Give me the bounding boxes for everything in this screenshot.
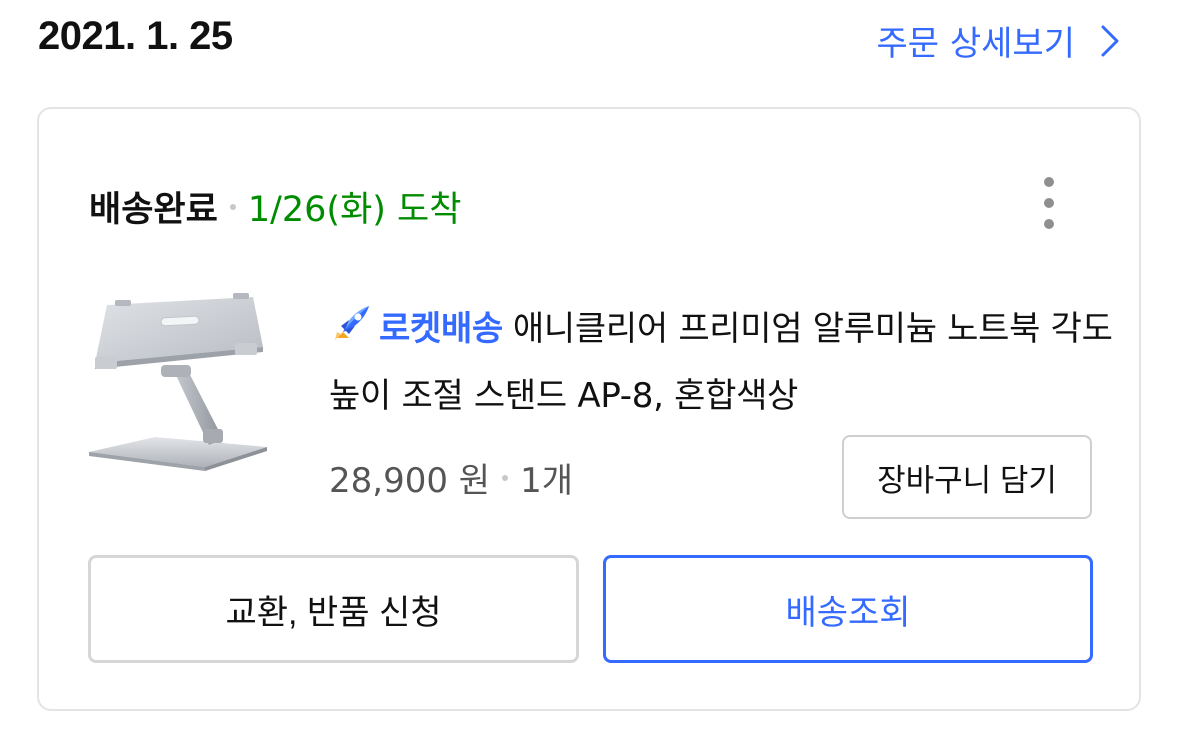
exchange-return-button[interactable]: 교환, 반품 신청 [88,555,579,663]
separator-dot [229,203,236,210]
product-title[interactable]: 로켓배송 애니클리어 프리미엄 알루미늄 노트북 각도 높이 조절 스탠드 AP-… [329,299,1119,427]
arrival-date: 1/26(화) 도착 [247,190,462,230]
product-price: 28,900 원 [329,461,491,501]
price-row: 28,900 원 1개 [329,453,573,502]
more-options-icon[interactable] [1037,177,1061,229]
separator-dot [502,474,509,481]
add-to-cart-button[interactable]: 장바구니 담기 [842,435,1092,519]
order-detail-label: 주문 상세보기 [876,24,1076,64]
order-card: 배송완료 1/26(화) 도착 로켓배송 애니클리어 프리미엄 알루미늄 노트북… [37,107,1141,711]
order-date: 2021. 1. 25 [38,14,233,58]
laptop-stand-image [89,293,267,471]
track-delivery-button[interactable]: 배송조회 [603,555,1093,663]
chevron-right-icon [1101,25,1119,57]
rocket-icon [329,302,373,366]
rocket-delivery-badge: 로켓배송 [379,309,503,349]
order-detail-link[interactable]: 주문 상세보기 [877,16,1120,65]
product-image[interactable] [85,289,275,479]
product-quantity: 1개 [520,461,573,501]
shipment-status-row: 배송완료 1/26(화) 도착 [89,181,461,232]
shipment-status: 배송완료 [89,190,218,230]
